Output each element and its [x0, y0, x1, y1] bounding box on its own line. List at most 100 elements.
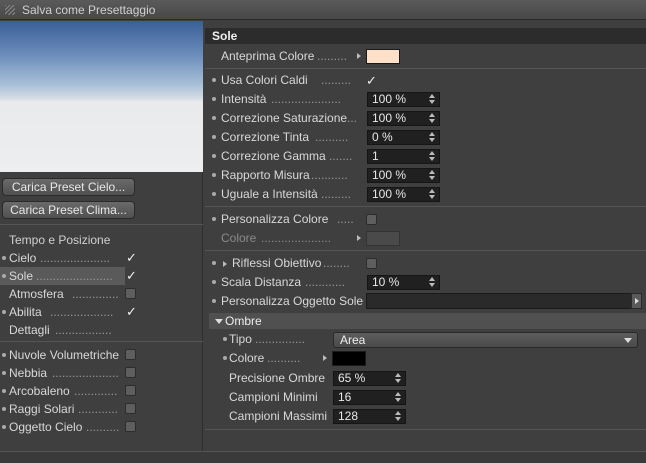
saturation-correction-input[interactable]: 100 % — [367, 111, 440, 126]
dot-icon — [2, 353, 6, 357]
checkbox-sun-rays[interactable] — [125, 403, 136, 414]
left-item-sky-object[interactable]: Oggetto Cielo .......... — [0, 418, 203, 436]
dot-icon — [212, 154, 216, 158]
shadow-type-dropdown[interactable]: Area — [333, 332, 638, 348]
row-shadow-precision: Precisione Ombre 65 % — [205, 369, 646, 388]
label: Colore — [229, 351, 265, 365]
intensity-input[interactable]: 100 % — [367, 92, 440, 107]
dot-icon — [212, 97, 216, 101]
preview-color-swatch[interactable] — [366, 49, 400, 64]
spinner-icon[interactable] — [429, 170, 435, 181]
section-title: Sole — [205, 28, 646, 44]
expand-arrow-icon[interactable] — [357, 235, 361, 241]
checkbox-volumetric-clouds[interactable] — [125, 349, 136, 360]
dot-icon — [212, 217, 216, 221]
spinner-icon[interactable] — [395, 392, 401, 403]
row-equal-intensity: Uguale a Intensità ......... 100 % — [205, 185, 646, 204]
left-item-details[interactable]: Dettagli ................. — [0, 321, 203, 339]
max-samples-input[interactable]: 128 — [333, 409, 406, 424]
divider — [205, 429, 646, 430]
spinner-icon[interactable] — [429, 189, 435, 200]
attributes-panel: Sole Anteprima Colore ......... Usa Colo… — [205, 21, 646, 451]
label: Ombre — [225, 314, 262, 328]
checkbox-rainbow[interactable] — [125, 385, 136, 396]
left-item-volumetric-clouds[interactable]: Nuvole Volumetriche — [0, 346, 203, 364]
dot-icon — [2, 256, 6, 260]
row-color: Colore ..................... — [205, 229, 646, 248]
left-item-atmosphere[interactable]: Atmosfera .............. — [0, 285, 203, 303]
left-item-sky[interactable]: Cielo ..................... — [0, 249, 203, 267]
left-item-label: Arcobaleno — [9, 384, 70, 398]
left-item-sun-rays[interactable]: Raggi Solari ............ — [0, 400, 203, 418]
row-lens-flare: Riflessi Obiettivo ........ — [205, 254, 646, 273]
left-item-label: Cielo — [9, 251, 37, 265]
label: Riflessi Obiettivo — [232, 256, 322, 270]
link-arrow-icon[interactable] — [631, 293, 642, 309]
checkbox-sun[interactable] — [126, 267, 137, 285]
label: Usa Colori Caldi — [221, 73, 308, 87]
sun-object-link-field[interactable] — [366, 293, 642, 309]
checkbox-custom-color[interactable] — [366, 214, 377, 225]
shadow-precision-input[interactable]: 65 % — [333, 371, 406, 386]
distance-scale-input[interactable]: 10 % — [367, 275, 440, 290]
size-ratio-input[interactable]: 100 % — [367, 168, 440, 183]
dot-icon — [212, 78, 216, 82]
dot-icon — [212, 261, 216, 265]
row-intensity: Intensità ..................... 100 % — [205, 90, 646, 109]
row-size-ratio: Rapporto Misura ........... 100 % — [205, 166, 646, 185]
row-use-warm-colors: Usa Colori Caldi ......... — [205, 71, 646, 90]
label: Campioni Minimi — [229, 390, 318, 404]
dot-icon — [212, 116, 216, 120]
divider — [0, 341, 203, 342]
gamma-correction-input[interactable]: 1 — [367, 149, 440, 164]
dot-icon — [2, 425, 6, 429]
spinner-icon[interactable] — [395, 411, 401, 422]
left-item-rainbow[interactable]: Arcobaleno ............. — [0, 382, 203, 400]
label: Personalizza Oggetto Sole — [221, 294, 364, 308]
dot-icon — [223, 356, 227, 360]
spinner-icon[interactable] — [429, 94, 435, 105]
checkbox-enable[interactable] — [126, 303, 137, 321]
checkbox-use-warm-colors[interactable] — [366, 71, 377, 90]
left-item-sun[interactable]: Sole ....................... — [0, 267, 137, 285]
label: Rapporto Misura — [221, 168, 310, 182]
left-item-fog[interactable]: Nebbia .................... — [0, 364, 203, 382]
divider — [205, 250, 646, 251]
load-climate-preset-button[interactable]: Carica Preset Clima... — [2, 201, 135, 219]
dot-icon — [212, 173, 216, 177]
row-max-samples: Campioni Massimi 128 — [205, 407, 646, 426]
chevron-down-icon — [624, 338, 632, 343]
checkbox-sky[interactable] — [126, 249, 137, 267]
dot-icon — [212, 135, 216, 139]
left-item-label: Raggi Solari — [9, 402, 75, 416]
label: Intensità — [221, 92, 267, 106]
load-sky-preset-button[interactable]: Carica Preset Cielo... — [2, 178, 135, 196]
left-item-label: Sole — [9, 269, 34, 283]
min-samples-input[interactable]: 16 — [333, 390, 406, 405]
checkbox-lens-flare[interactable] — [366, 258, 377, 269]
shadow-color-swatch[interactable] — [332, 351, 366, 366]
tint-correction-input[interactable]: 0 % — [367, 130, 440, 145]
label: Tipo — [229, 332, 252, 346]
label: Scala Distanza — [221, 275, 302, 289]
color-swatch[interactable] — [366, 231, 400, 246]
dot-icon — [2, 371, 6, 375]
equal-intensity-input[interactable]: 100 % — [367, 187, 440, 202]
spinner-icon[interactable] — [429, 277, 435, 288]
dot-icon — [2, 274, 6, 278]
checkbox-atmosphere[interactable] — [125, 288, 136, 299]
label: Campioni Massimi — [229, 409, 328, 423]
expand-arrow-icon[interactable] — [223, 261, 227, 267]
left-item-label: Nuvole Volumetriche — [9, 348, 120, 362]
spinner-icon[interactable] — [429, 132, 435, 143]
spinner-icon[interactable] — [395, 373, 401, 384]
expand-arrow-icon[interactable] — [357, 53, 361, 59]
grip-icon — [5, 5, 15, 15]
left-item-enable[interactable]: Abilita ................... — [0, 303, 203, 321]
checkbox-fog[interactable] — [125, 367, 136, 378]
spinner-icon[interactable] — [429, 151, 435, 162]
spinner-icon[interactable] — [429, 113, 435, 124]
expand-arrow-icon[interactable] — [323, 355, 327, 361]
checkbox-sky-object[interactable] — [125, 421, 136, 432]
shadows-group-header[interactable]: Ombre — [209, 313, 646, 329]
